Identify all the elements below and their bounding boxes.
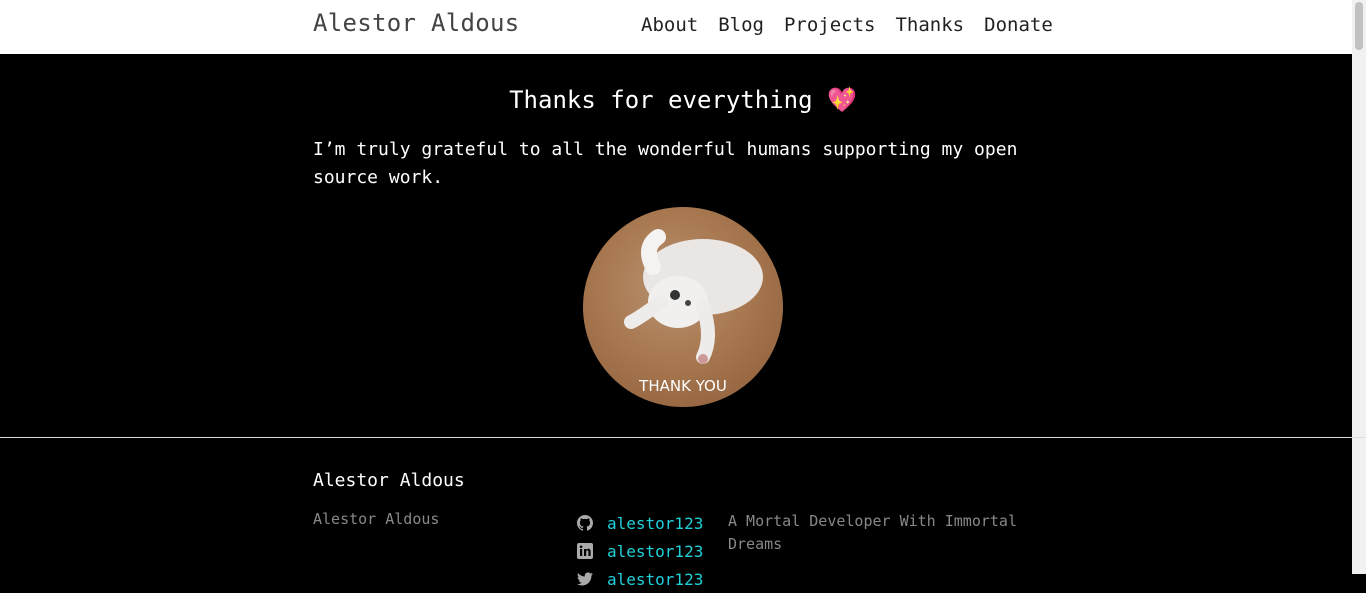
nav-blog[interactable]: Blog <box>718 14 764 36</box>
nav-donate[interactable]: Donate <box>984 14 1053 36</box>
github-link[interactable]: alestor123 <box>607 514 703 533</box>
site-header: Alestor Aldous About Blog Projects Thank… <box>0 0 1352 54</box>
footer-name: Alestor Aldous <box>313 510 440 528</box>
footer-divider <box>0 437 1366 438</box>
social-links: alestor123 alestor123 alestor123 <box>577 509 703 593</box>
nav-projects[interactable]: Projects <box>784 14 876 36</box>
thank-you-cat-image: THANK YOU <box>583 207 783 407</box>
scrollbar-thumb[interactable] <box>1355 2 1363 50</box>
image-caption: THANK YOU <box>639 377 727 395</box>
social-item-twitter: alestor123 <box>577 565 703 593</box>
nav-about[interactable]: About <box>641 14 698 36</box>
twitter-icon <box>577 572 593 586</box>
sparkling-heart-icon: 💖 <box>827 86 857 114</box>
nav-thanks[interactable]: Thanks <box>895 14 964 36</box>
intro-text: I’m truly grateful to all the wonderful … <box>313 139 1018 188</box>
social-item-linkedin: alestor123 <box>577 537 703 565</box>
twitter-link[interactable]: alestor123 <box>607 570 703 589</box>
footer-title: Alestor Aldous <box>313 470 465 491</box>
social-item-github: alestor123 <box>577 509 703 537</box>
github-icon <box>577 515 593 531</box>
linkedin-icon <box>577 543 593 559</box>
footer-tagline: A Mortal Developer With Immortal Dreams <box>728 512 1017 553</box>
linkedin-link[interactable]: alestor123 <box>607 542 703 561</box>
main-nav: About Blog Projects Thanks Donate <box>641 14 1073 36</box>
page-title: Thanks for everything 💖 <box>0 86 1366 114</box>
page-title-text: Thanks for everything <box>509 86 813 114</box>
site-title-link[interactable]: Alestor Aldous <box>313 9 520 37</box>
